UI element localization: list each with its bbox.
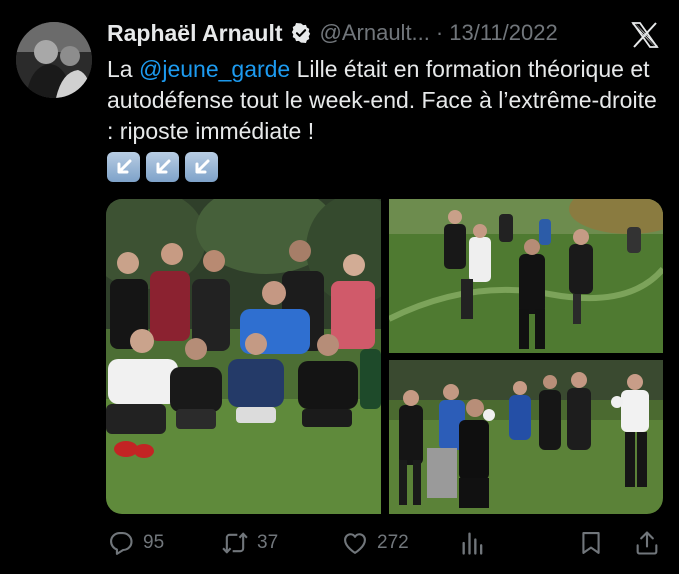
views-icon (462, 532, 483, 555)
share-icon (636, 531, 658, 555)
tweet-header: Raphaël Arnault @Arnault... · 13/11/2022 (107, 18, 558, 48)
reply-count: 95 (143, 532, 165, 553)
tweet-actions: 95 37 272 (105, 528, 665, 558)
bookmark-button[interactable] (577, 528, 605, 558)
tweet: Raphaël Arnault @Arnault... · 13/11/2022… (0, 0, 679, 574)
author-name[interactable]: Raphaël Arnault (107, 20, 283, 47)
reply-icon (110, 532, 133, 555)
separator-dot: · (435, 20, 444, 45)
author-handle[interactable]: @Arnault... (320, 20, 430, 46)
verified-badge-icon (291, 23, 310, 43)
repost-count: 37 (257, 532, 279, 553)
down-left-arrow-icon (185, 152, 218, 182)
repost-button[interactable]: 37 (221, 528, 278, 558)
tweet-date[interactable]: 13/11/2022 (449, 20, 557, 46)
like-button[interactable]: 272 (341, 528, 409, 558)
down-left-arrow-icon (107, 152, 140, 182)
heart-icon (344, 533, 366, 554)
repost-icon (222, 532, 248, 554)
down-left-arrow-icon (146, 152, 179, 182)
photo-training[interactable] (389, 199, 663, 353)
views-button[interactable] (459, 528, 487, 558)
photo-sparring[interactable] (389, 360, 663, 514)
like-count: 272 (377, 532, 409, 553)
mention-link[interactable]: @jeune_garde (139, 56, 290, 82)
bookmark-icon (582, 532, 600, 554)
reply-button[interactable]: 95 (107, 528, 164, 558)
tweet-text: La @jeune_garde Lille était en formation… (107, 54, 657, 147)
emoji-row (107, 152, 218, 182)
share-button[interactable] (633, 528, 661, 558)
tweet-text-prefix: La (107, 56, 139, 82)
media-grid (106, 199, 663, 514)
photo-group[interactable] (106, 199, 381, 514)
x-logo-icon (631, 22, 659, 48)
avatar[interactable] (16, 22, 92, 98)
